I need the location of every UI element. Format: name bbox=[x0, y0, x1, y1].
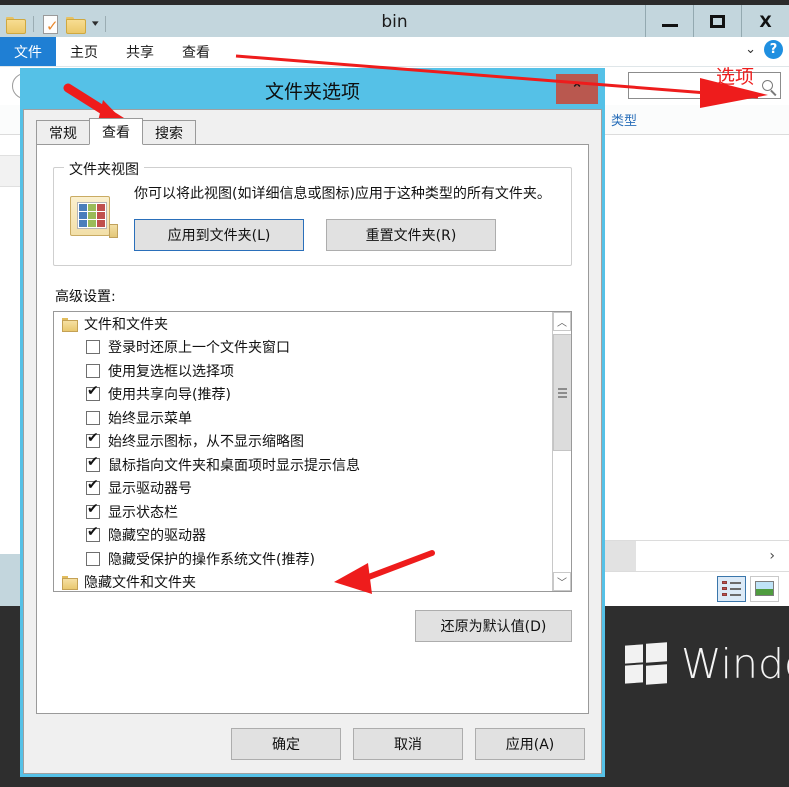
tab-search[interactable]: 搜索 bbox=[142, 120, 196, 145]
checkbox[interactable] bbox=[86, 410, 100, 425]
dialog-titlebar: 文件夹选项 ⌃ bbox=[23, 71, 602, 109]
dialog-footer: 确定 取消 应用(A) bbox=[24, 715, 601, 773]
list-item-label: 显示驱动器号 bbox=[108, 481, 192, 498]
list-item[interactable]: 使用复选框以选择项 bbox=[54, 359, 552, 383]
folder-view-legend: 文件夹视图 bbox=[64, 159, 144, 179]
list-item-group: 文件和文件夹 bbox=[54, 312, 552, 336]
folder-view-description: 你可以将此视图(如详细信息或图标)应用于这种类型的所有文件夹。 bbox=[134, 186, 551, 202]
windows-branding: Window bbox=[625, 640, 789, 688]
details-view-button[interactable] bbox=[717, 575, 746, 602]
column-header-type[interactable]: 类型 bbox=[601, 105, 721, 134]
checkbox[interactable] bbox=[86, 363, 100, 378]
list-item-label: 隐藏文件和文件夹 bbox=[84, 575, 196, 592]
minimize-button[interactable] bbox=[645, 5, 693, 37]
dialog-title: 文件夹选项 bbox=[264, 80, 360, 103]
windows-brand-text: Window bbox=[681, 640, 789, 688]
list-item-label: 始终显示菜单 bbox=[108, 410, 192, 427]
checkbox[interactable] bbox=[86, 431, 100, 449]
advanced-settings-list[interactable]: 文件和文件夹 登录时还原上一个文件夹窗口 使用复选框以选择项 使用共 bbox=[53, 311, 572, 592]
checkbox[interactable] bbox=[86, 340, 100, 355]
list-scrollbar[interactable]: ︿ ﹀ bbox=[552, 312, 571, 591]
chevron-down-icon[interactable]: ⌄ bbox=[745, 42, 756, 57]
view-tab-panel: 文件夹视图 你可以将此视图(如详细信息或图标)应用于这种类型的所有文件夹。 应用… bbox=[36, 144, 589, 714]
list-item[interactable]: 使用共享向导(推荐) bbox=[54, 383, 552, 407]
list-item[interactable]: 隐藏空的驱动器 bbox=[54, 524, 552, 548]
folder-icon bbox=[62, 317, 78, 332]
list-item[interactable]: 登录时还原上一个文件夹窗口 bbox=[54, 336, 552, 360]
advanced-settings-label: 高级设置: bbox=[55, 289, 116, 305]
status-detail-row: › bbox=[600, 540, 789, 572]
large-icons-view-button[interactable] bbox=[750, 575, 779, 602]
advanced-settings-items[interactable]: 文件和文件夹 登录时还原上一个文件夹窗口 使用复选框以选择项 使用共 bbox=[54, 312, 552, 591]
dialog-tab-strip[interactable]: 常规 查看 搜索 bbox=[36, 118, 589, 145]
list-item-label: 隐藏空的驱动器 bbox=[108, 528, 206, 545]
collapse-ribbon-button[interactable]: ⌃ bbox=[556, 74, 598, 104]
list-item[interactable]: 显示驱动器号 bbox=[54, 477, 552, 501]
search-input[interactable] bbox=[628, 72, 781, 99]
checkbox[interactable] bbox=[86, 455, 100, 472]
apply-to-folders-button[interactable]: 应用到文件夹(L) bbox=[134, 219, 304, 251]
help-icon[interactable]: ? bbox=[764, 40, 783, 59]
list-item-label: 隐藏受保护的操作系统文件(推荐) bbox=[108, 551, 315, 568]
close-button[interactable]: X bbox=[741, 5, 789, 37]
list-item-label: 鼠标指向文件夹和桌面项时显示提示信息 bbox=[108, 457, 360, 474]
annotation-options-label: 选项 bbox=[716, 66, 755, 88]
ribbon-tab-strip[interactable]: 文件 主页 共享 查看 ⌄ ? bbox=[0, 37, 789, 67]
partial-file-tile bbox=[0, 155, 22, 187]
list-item[interactable]: 始终显示图标，从不显示缩略图 bbox=[54, 430, 552, 454]
folder-view-icon bbox=[68, 192, 120, 240]
folder-view-groupbox: 文件夹视图 你可以将此视图(如详细信息或图标)应用于这种类型的所有文件夹。 应用… bbox=[53, 159, 572, 266]
picture-view-icon bbox=[755, 581, 774, 596]
maximize-button[interactable] bbox=[693, 5, 741, 37]
ribbon-right-controls[interactable]: ⌄ ? bbox=[745, 40, 783, 59]
tab-view[interactable]: 查看 bbox=[89, 118, 143, 145]
cancel-button[interactable]: 取消 bbox=[353, 728, 463, 760]
ribbon-tab-view[interactable]: 查看 bbox=[168, 37, 224, 66]
checkbox[interactable] bbox=[86, 502, 100, 519]
scrollbar-thumb[interactable] bbox=[553, 334, 571, 451]
windows-logo-icon bbox=[625, 642, 667, 685]
checkbox[interactable] bbox=[86, 384, 100, 402]
details-view-icon bbox=[722, 581, 741, 596]
folder-options-dialog: 文件夹选项 ⌃ 常规 查看 搜索 文件夹视图 你可以将此视图(如详细信息或图标)… bbox=[20, 68, 605, 777]
apply-button[interactable]: 应用(A) bbox=[475, 728, 585, 760]
checkbox[interactable] bbox=[86, 478, 100, 496]
checkbox[interactable] bbox=[86, 525, 100, 543]
scrollbar-grip-icon bbox=[558, 386, 567, 400]
explorer-titlebar: ✓ ▾ bin X bbox=[0, 0, 789, 37]
tab-general[interactable]: 常规 bbox=[36, 120, 90, 145]
list-item[interactable]: 隐藏受保护的操作系统文件(推荐) bbox=[54, 547, 552, 571]
ok-button[interactable]: 确定 bbox=[231, 728, 341, 760]
ribbon-tab-home[interactable]: 主页 bbox=[56, 37, 112, 66]
list-item[interactable]: 始终显示菜单 bbox=[54, 406, 552, 430]
list-item-label: 使用共享向导(推荐) bbox=[108, 387, 231, 404]
status-segment bbox=[600, 541, 636, 571]
window-controls[interactable]: X bbox=[645, 5, 789, 37]
search-icon bbox=[762, 80, 773, 91]
list-item-label: 始终显示图标，从不显示缩略图 bbox=[108, 434, 304, 451]
dialog-body: 常规 查看 搜索 文件夹视图 你可以将此视图(如详细信息或图标)应用于这种类型的… bbox=[23, 109, 602, 774]
checkbox[interactable] bbox=[86, 551, 100, 566]
status-bar: › bbox=[600, 540, 789, 606]
view-mode-buttons[interactable] bbox=[600, 572, 789, 605]
list-item[interactable]: 显示状态栏 bbox=[54, 500, 552, 524]
restore-defaults-button[interactable]: 还原为默认值(D) bbox=[415, 610, 572, 642]
ribbon-tab-share[interactable]: 共享 bbox=[112, 37, 168, 66]
chevron-right-icon[interactable]: › bbox=[769, 548, 775, 564]
list-item-group: 隐藏文件和文件夹 bbox=[54, 571, 552, 592]
list-item-label: 登录时还原上一个文件夹窗口 bbox=[108, 340, 290, 357]
scroll-down-arrow-icon[interactable]: ﹀ bbox=[553, 572, 571, 591]
list-item-label: 显示状态栏 bbox=[108, 504, 178, 521]
scroll-up-arrow-icon[interactable]: ︿ bbox=[553, 312, 571, 331]
list-item-label: 使用复选框以选择项 bbox=[108, 363, 234, 380]
list-item-label: 文件和文件夹 bbox=[84, 316, 168, 333]
ribbon-tab-file[interactable]: 文件 bbox=[0, 37, 56, 66]
folder-icon bbox=[62, 576, 78, 591]
reset-folders-button[interactable]: 重置文件夹(R) bbox=[326, 219, 496, 251]
list-item[interactable]: 鼠标指向文件夹和桌面项时显示提示信息 bbox=[54, 453, 552, 477]
